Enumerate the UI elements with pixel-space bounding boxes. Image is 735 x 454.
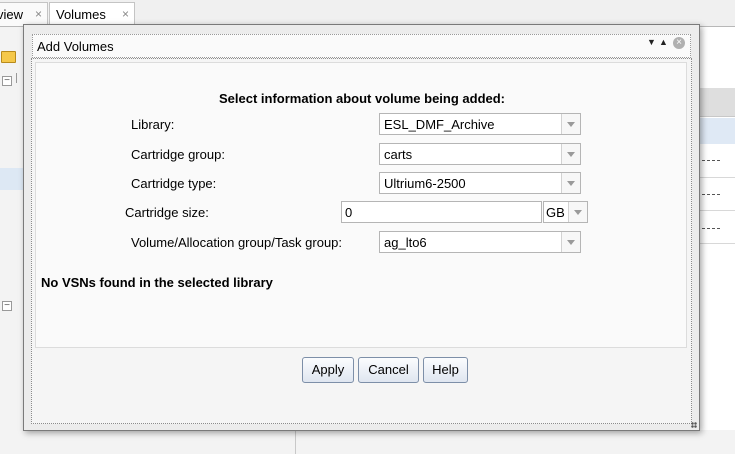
table-cell-dash xyxy=(702,228,720,229)
close-icon[interactable]: × xyxy=(673,37,685,49)
library-select[interactable]: ESL_DMF_Archive xyxy=(379,113,581,135)
tab-view[interactable]: view × xyxy=(0,2,48,26)
tab-volumes[interactable]: Volumes × xyxy=(49,2,135,26)
size-unit-value: GB xyxy=(546,205,565,220)
chevron-down-icon[interactable] xyxy=(561,144,580,164)
tree-collapse-icon[interactable]: − xyxy=(2,301,12,311)
cartridge-size-label: Cartridge size: xyxy=(125,205,209,220)
cartridge-type-value: Ultrium6-2500 xyxy=(384,176,466,191)
cancel-button[interactable]: Cancel xyxy=(358,357,419,383)
tree-collapse-icon[interactable]: − xyxy=(2,76,12,86)
navigation-panel xyxy=(0,27,24,454)
tab-label: Volumes xyxy=(56,7,106,22)
dialog-title-bar[interactable]: Add Volumes ▼ ▲ × xyxy=(32,34,691,58)
tab-close-icon[interactable]: × xyxy=(122,7,129,21)
table-row-selected[interactable] xyxy=(700,118,735,144)
chevron-down-icon[interactable] xyxy=(561,114,580,134)
status-message: No VSNs found in the selected library xyxy=(41,275,273,290)
volume-group-value: ag_lto6 xyxy=(384,235,427,250)
folder-icon[interactable] xyxy=(1,51,16,63)
help-button[interactable]: Help xyxy=(423,357,468,383)
table-row-divider xyxy=(700,210,735,211)
table-row-divider xyxy=(700,177,735,178)
add-volumes-dialog: Add Volumes ▼ ▲ × Select information abo… xyxy=(23,24,700,431)
chevron-down-icon[interactable] xyxy=(561,173,580,193)
minimize-icon[interactable]: ▼ xyxy=(647,37,656,47)
table-header xyxy=(700,88,735,117)
cartridge-group-label: Cartridge group: xyxy=(131,147,225,162)
form-heading: Select information about volume being ad… xyxy=(218,91,506,106)
library-label: Library: xyxy=(131,117,175,132)
library-value: ESL_DMF_Archive xyxy=(384,117,495,132)
chevron-down-icon[interactable] xyxy=(568,202,587,222)
editor-tab-strip: view × Volumes × xyxy=(0,0,735,27)
cartridge-type-label: Cartridge type: xyxy=(131,176,217,191)
size-unit-select[interactable]: GB xyxy=(543,201,588,223)
apply-button[interactable]: Apply xyxy=(302,357,354,383)
tree-selected-row[interactable] xyxy=(0,168,24,190)
chevron-down-icon[interactable] xyxy=(561,232,580,252)
tab-close-icon[interactable]: × xyxy=(35,7,42,21)
resize-grip-icon[interactable] xyxy=(691,422,697,428)
tab-label: view xyxy=(0,7,24,22)
volume-group-select[interactable]: ag_lto6 xyxy=(379,231,581,253)
maximize-icon[interactable]: ▲ xyxy=(659,37,668,47)
cartridge-size-input[interactable]: 0 xyxy=(341,201,542,223)
tree-line xyxy=(16,73,23,83)
cartridge-group-select[interactable]: carts xyxy=(379,143,581,165)
panel-divider xyxy=(295,430,296,454)
bottom-panel xyxy=(0,430,735,454)
volume-form: Select information about volume being ad… xyxy=(35,62,687,348)
dialog-title: Add Volumes xyxy=(37,39,114,54)
cartridge-type-select[interactable]: Ultrium6-2500 xyxy=(379,172,581,194)
table-cell-dash xyxy=(702,160,720,161)
table-row-divider xyxy=(700,243,735,244)
table-cell-dash xyxy=(702,194,720,195)
cartridge-group-value: carts xyxy=(384,147,413,162)
volume-group-label: Volume/Allocation group/Task group: xyxy=(131,235,343,250)
